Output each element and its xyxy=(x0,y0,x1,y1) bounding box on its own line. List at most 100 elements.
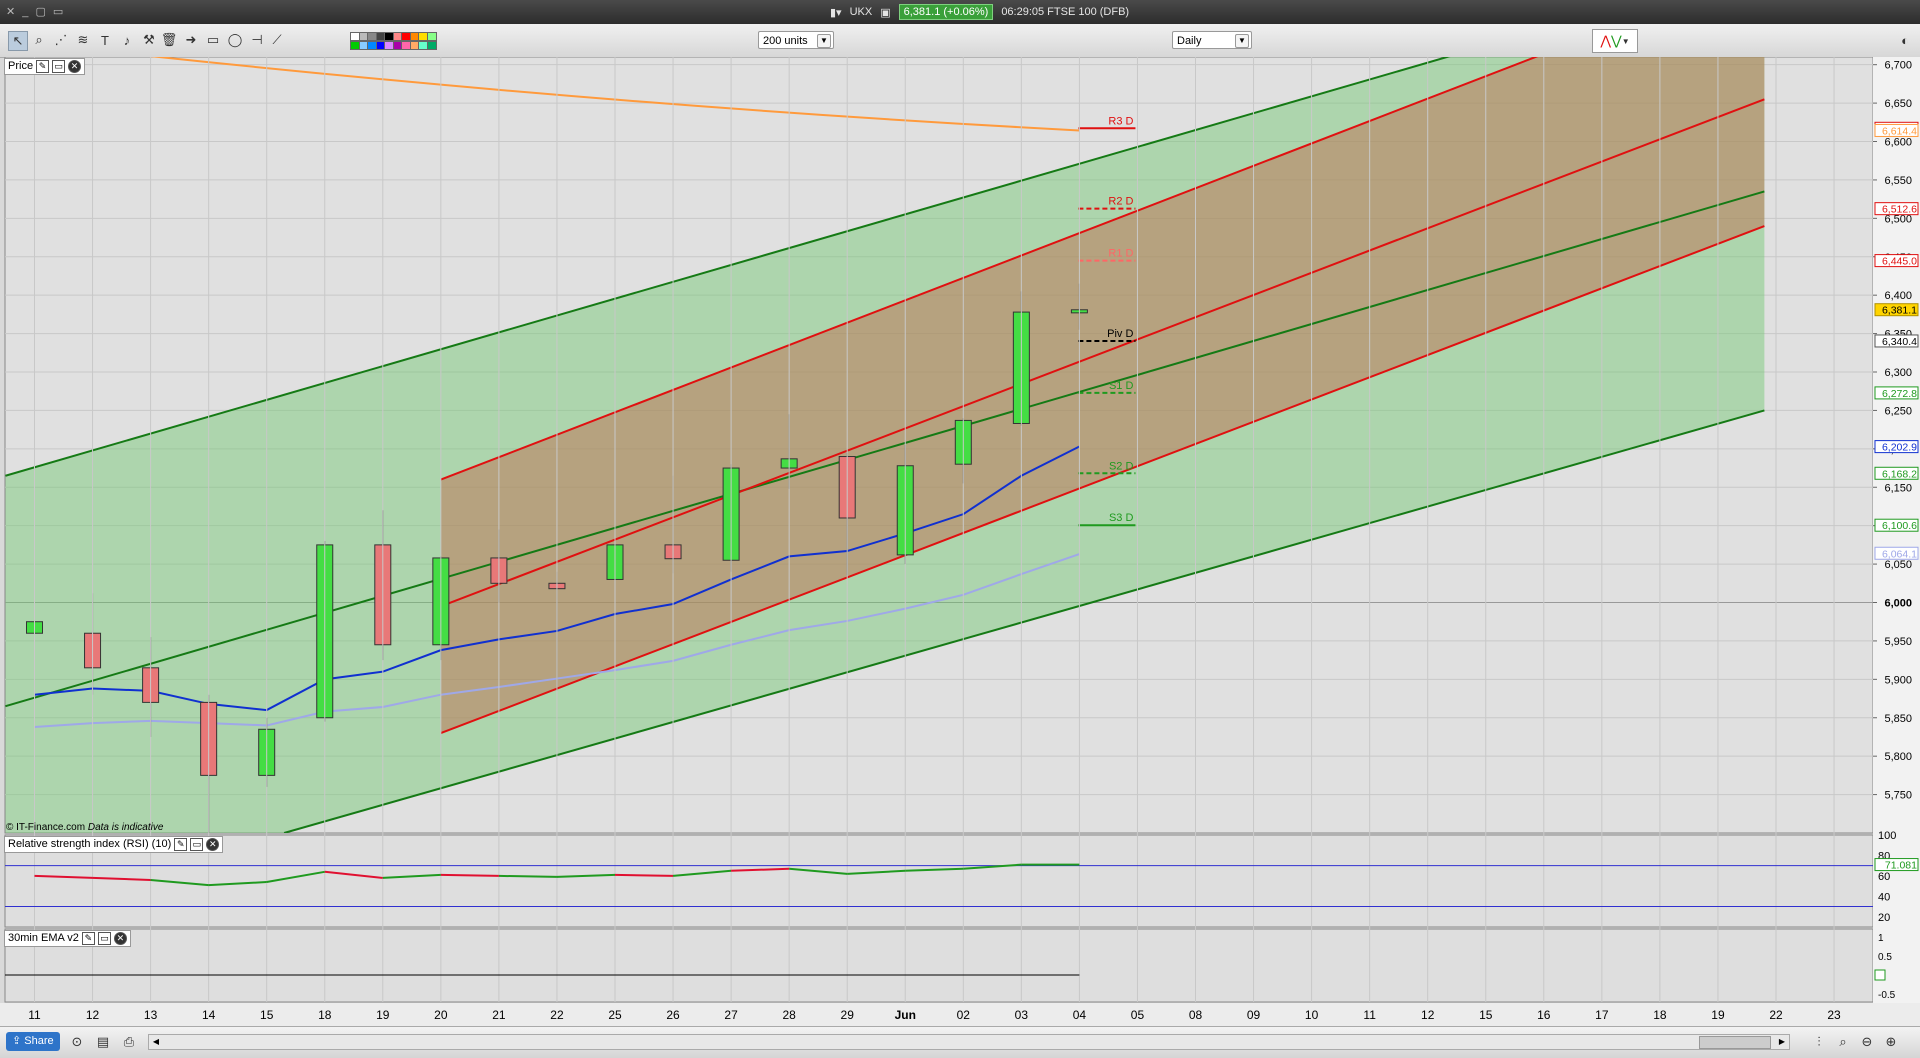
share-button[interactable]: ⇪ Share xyxy=(6,1032,60,1051)
title-bar: ✕ _ ▢ ▭ ▮▾ UKX ▣ 6,381.1 (+0.06%) 06:29:… xyxy=(0,0,1920,24)
window-controls[interactable]: ✕ _ ▢ ▭ xyxy=(6,5,65,18)
print-icon[interactable]: ⎙ xyxy=(120,1033,138,1051)
x-tick-label: 03 xyxy=(1015,1008,1029,1022)
toolbar: ↖ ⌕ ⋰ ≋ T ♪ ⚒ 🗑 ➜ ▭ ◯ ⊣ ⟋ 200 units ▼ Da… xyxy=(0,24,1920,58)
line-chart-icon[interactable]: ⋰ xyxy=(52,31,70,49)
link-icon[interactable]: ▮▾ xyxy=(830,6,842,19)
copyright: © IT-Finance.com Data is indicative xyxy=(6,822,163,833)
pivot-label: Piv D xyxy=(1107,328,1133,340)
wrench-icon[interactable]: ✎ xyxy=(81,932,95,945)
price-tag-text: 6,614.4 xyxy=(1882,125,1917,137)
fibonacci-icon[interactable]: ≋ xyxy=(74,31,92,49)
window-icon[interactable]: ▭ xyxy=(97,932,111,945)
ellipse-icon[interactable]: ◯ xyxy=(226,31,244,49)
rectangle-icon[interactable]: ▭ xyxy=(204,31,222,49)
close-icon[interactable]: ✕ xyxy=(68,60,82,73)
pointer-icon[interactable]: ↖ xyxy=(8,31,28,51)
units-value: 200 units xyxy=(763,35,808,47)
pivot-label: R3 D xyxy=(1108,115,1133,127)
rsi-tick-label: 40 xyxy=(1878,891,1890,903)
zoom-out-icon[interactable]: ⊖ xyxy=(1858,1033,1876,1051)
y-tick-label: 6,000 xyxy=(1884,598,1912,610)
x-tick-label: 18 xyxy=(1653,1008,1667,1022)
period-select[interactable]: Daily ▼ xyxy=(1172,31,1252,49)
wrench-icon[interactable]: ✎ xyxy=(36,60,50,73)
units-select[interactable]: 200 units ▼ xyxy=(758,31,834,49)
trendline-icon[interactable]: ⟋ xyxy=(268,31,286,49)
x-tick-label: 22 xyxy=(1769,1008,1783,1022)
rsi-panel-title: Relative strength index (RSI) (10) xyxy=(8,838,172,850)
x-tick-label: 08 xyxy=(1189,1008,1203,1022)
zoom-fit-icon[interactable]: ⌕ xyxy=(1834,1033,1852,1051)
zoom-in-icon[interactable]: ⊕ xyxy=(1882,1033,1900,1051)
share-icon: ⇪ xyxy=(12,1035,22,1047)
close-icon[interactable]: ✕ xyxy=(113,932,127,945)
x-tick-label: 20 xyxy=(434,1008,448,1022)
panel-toggle-icon[interactable]: ◐ xyxy=(1896,31,1914,49)
chart-type-icon[interactable]: ⋀ ⋁ ▼ xyxy=(1592,29,1638,53)
y-tick-label: 5,850 xyxy=(1884,713,1912,725)
price-tag-text: 6,512.6 xyxy=(1882,204,1917,216)
calendar-icon[interactable]: ▣ xyxy=(880,6,890,19)
disclaimer-text: Data is indicative xyxy=(87,822,164,833)
alert-bell-icon[interactable]: ♪ xyxy=(118,31,136,49)
x-tick-label: 14 xyxy=(202,1008,216,1022)
price-panel-title: Price xyxy=(8,60,34,72)
trash-icon[interactable]: 🗑 xyxy=(160,31,178,49)
x-tick-label: 02 xyxy=(957,1008,971,1022)
pivot-label: S2 D xyxy=(1109,460,1134,472)
x-tick-label: 11 xyxy=(28,1008,41,1022)
arrow-icon[interactable]: ➜ xyxy=(182,31,200,49)
y-tick-label: 5,950 xyxy=(1884,636,1912,648)
price-tag-text: 6,100.6 xyxy=(1882,520,1917,532)
colour-swatch[interactable] xyxy=(426,32,437,41)
x-tick-label: 28 xyxy=(782,1008,796,1022)
chevron-left-icon[interactable]: ◀ xyxy=(149,1035,163,1049)
x-tick-label: 13 xyxy=(144,1008,158,1022)
chevron-down-icon: ▼ xyxy=(817,34,831,48)
x-tick-label: 19 xyxy=(1711,1008,1725,1022)
price-tag-text: 6,202.9 xyxy=(1882,442,1917,454)
ema-panel-title: 30min EMA v2 xyxy=(8,932,79,944)
x-tick-label: 10 xyxy=(1305,1008,1319,1022)
x-tick-label: 11 xyxy=(1363,1008,1376,1022)
wrench-icon[interactable]: ✎ xyxy=(174,838,188,851)
rsi-panel-bg xyxy=(4,834,1874,928)
horizontal-scrollbar[interactable]: ◀ ▶ xyxy=(148,1034,1790,1050)
y-tick-label: 6,400 xyxy=(1884,290,1912,302)
symbol-label: UKX xyxy=(849,6,873,18)
chevron-right-icon[interactable]: ▶ xyxy=(1775,1035,1789,1049)
magic-wand-icon[interactable]: ⚒ xyxy=(140,31,158,49)
price-panel-label: Price ✎ ▭ ✕ xyxy=(4,58,86,75)
y-tick-label: 6,650 xyxy=(1884,98,1912,110)
rsi-segment xyxy=(440,873,499,877)
y-tick-label: 6,050 xyxy=(1884,559,1912,571)
x-tick-label: 26 xyxy=(666,1008,680,1022)
colour-swatch[interactable] xyxy=(426,41,437,50)
period-value: Daily xyxy=(1177,35,1202,47)
price-tag-text: 6,340.4 xyxy=(1882,336,1917,348)
ema-tick-label: 0.5 xyxy=(1878,952,1892,963)
chart-area[interactable]: R3 D R2 D R1 D Piv D S1 D S2 D S3 D 5,750 5,800 5… xyxy=(0,57,1920,1026)
chevron-down-icon: ▼ xyxy=(1235,34,1249,48)
window-icon[interactable]: ▭ xyxy=(190,838,204,851)
price-badge: 6,381.1 (+0.06%) xyxy=(898,4,994,20)
close-icon[interactable]: ✕ xyxy=(206,838,220,851)
zoom-icon[interactable]: ⌕ xyxy=(30,31,48,49)
scrollbar-thumb[interactable] xyxy=(1699,1036,1771,1049)
ema-value-tag xyxy=(1874,969,1886,981)
price-tag-text: 6,445.0 xyxy=(1882,256,1917,268)
screenshot-icon[interactable]: ▤ xyxy=(94,1033,112,1051)
x-tick-label: 15 xyxy=(1479,1008,1493,1022)
window-icon[interactable]: ▭ xyxy=(52,60,66,73)
share-label: Share xyxy=(24,1035,54,1047)
rsi-tick-label: 100 xyxy=(1878,830,1896,842)
text-tool-icon[interactable]: T xyxy=(96,31,114,49)
candle-icon[interactable]: ⫶ xyxy=(1810,1033,1828,1051)
horizontal-line-icon[interactable]: ⊣ xyxy=(248,31,266,49)
copyright-text: © IT-Finance.com xyxy=(6,822,86,833)
x-tick-label: 19 xyxy=(376,1008,390,1022)
x-tick-label: 12 xyxy=(1421,1008,1435,1022)
link-icon[interactable]: ⊙ xyxy=(68,1033,86,1051)
x-tick-label: 15 xyxy=(260,1008,274,1022)
